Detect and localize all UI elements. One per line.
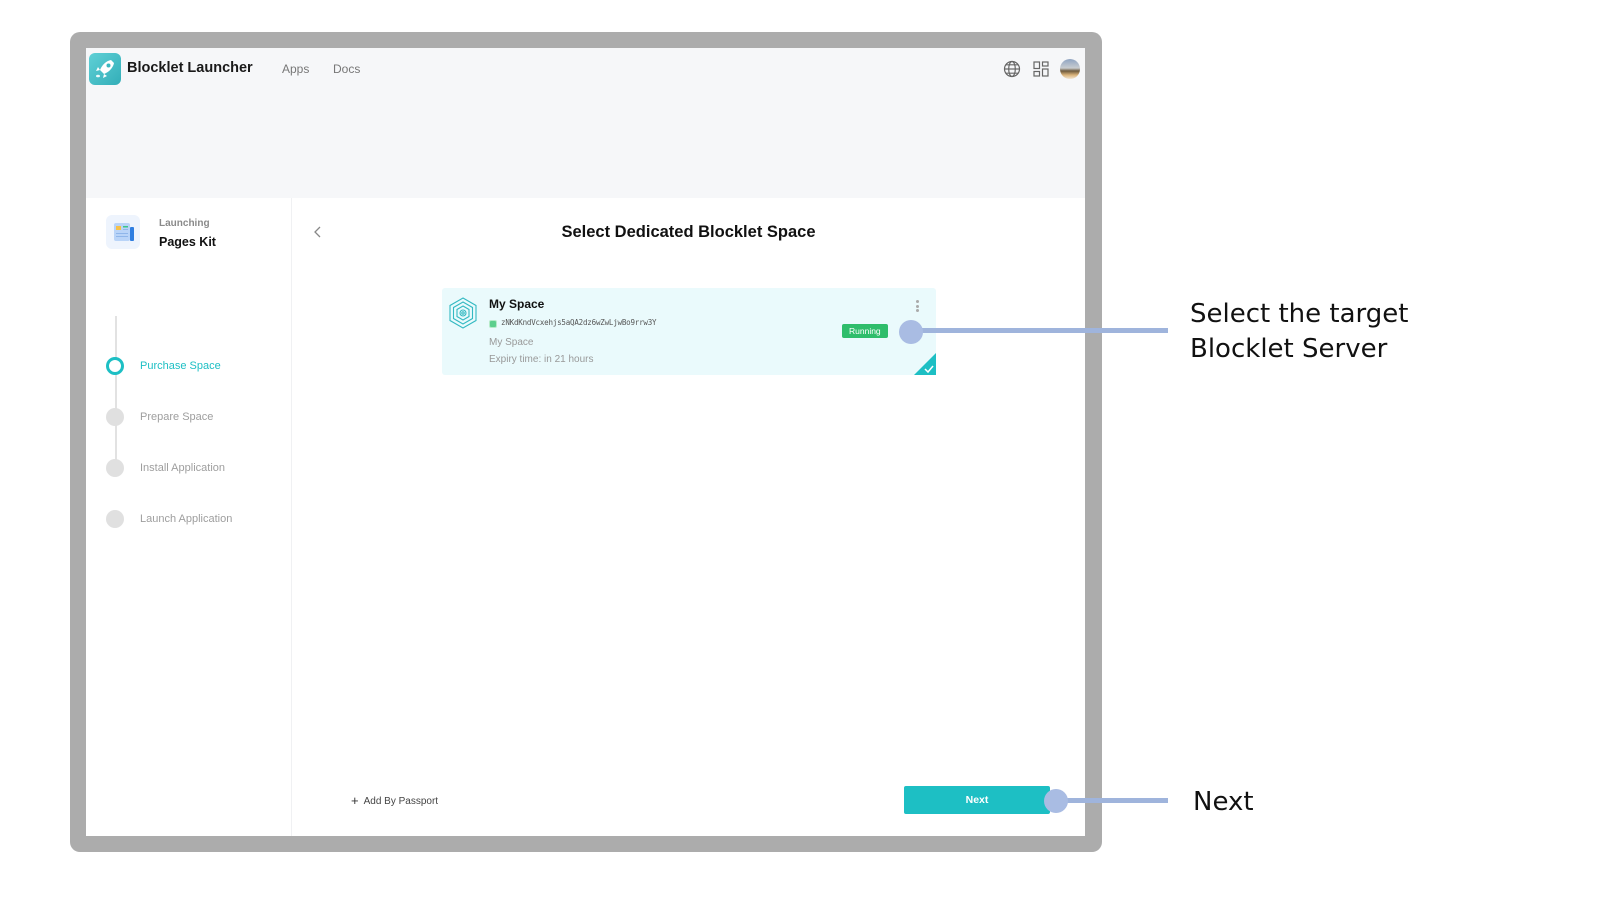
top-header: Blocklet Launcher Apps Docs <box>86 48 1085 198</box>
space-card-selected[interactable]: My Space zNKdKndVcxehjs5aQA2dz6wZwLjwBo9… <box>442 288 936 375</box>
app-title: Blocklet Launcher <box>127 60 253 76</box>
step-label: Prepare Space <box>140 411 214 423</box>
pages-kit-app-icon <box>106 215 140 249</box>
app-screen: Blocklet Launcher Apps Docs Launching Pa… <box>86 48 1085 836</box>
add-by-passport-button[interactable]: + Add By Passport <box>351 793 438 808</box>
space-name: My Space <box>489 297 545 311</box>
did-icon <box>489 320 497 328</box>
apps-grid-icon[interactable] <box>1031 59 1051 79</box>
callout-dot-select <box>899 320 923 344</box>
space-description: My Space <box>489 337 534 348</box>
step-label: Purchase Space <box>140 360 221 372</box>
step-label: Launch Application <box>140 513 233 525</box>
step-install-application: Install Application <box>106 459 286 479</box>
launch-sidebar: Launching Pages Kit Purchase Space Prepa… <box>86 198 292 836</box>
step-launch-application: Launch Application <box>106 510 286 530</box>
globe-icon[interactable] <box>1002 59 1022 79</box>
steps-connector-line <box>115 316 117 469</box>
status-badge: Running <box>842 324 888 338</box>
callout-line-next <box>1058 798 1168 803</box>
space-expiry: Expiry time: in 21 hours <box>489 354 594 365</box>
launching-app-name: Pages Kit <box>159 235 216 249</box>
space-did: zNKdKndVcxehjs5aQA2dz6wZwLjwBo9rrw3Y <box>501 318 657 327</box>
step-pending-indicator <box>106 408 124 426</box>
nav-apps-link[interactable]: Apps <box>282 62 309 76</box>
blocklet-launcher-logo-icon[interactable] <box>89 53 121 85</box>
callout-next-text: Next <box>1193 787 1254 817</box>
callout-select-target-text: Select the target Blocklet Server <box>1190 299 1409 364</box>
step-purchase-space: Purchase Space <box>106 357 286 377</box>
callout-dot-next <box>1044 789 1068 813</box>
plus-icon: + <box>351 793 359 808</box>
nav-docs-link[interactable]: Docs <box>333 62 360 76</box>
next-button[interactable]: Next <box>904 786 1050 814</box>
add-by-passport-label: Add By Passport <box>363 796 439 807</box>
page-title: Select Dedicated Blocklet Space <box>561 223 816 241</box>
step-pending-indicator <box>106 510 124 528</box>
more-options-icon[interactable] <box>914 300 920 314</box>
user-avatar[interactable] <box>1060 59 1080 79</box>
step-pending-indicator <box>106 459 124 477</box>
launching-label: Launching <box>159 218 210 229</box>
step-label: Install Application <box>140 462 225 474</box>
step-active-indicator <box>106 357 124 375</box>
step-prepare-space: Prepare Space <box>106 408 286 428</box>
callout-line-select <box>912 328 1168 333</box>
selected-check-icon <box>914 353 936 375</box>
blocklet-space-icon <box>448 297 478 329</box>
